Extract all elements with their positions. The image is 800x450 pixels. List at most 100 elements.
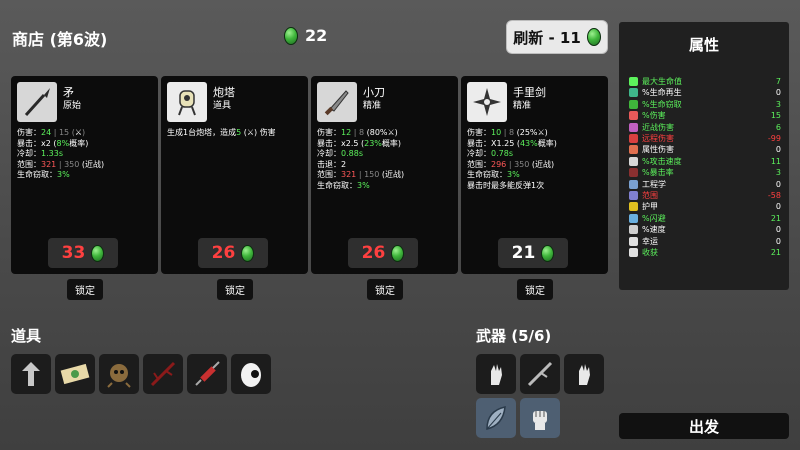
- stat-value: 0: [775, 179, 781, 189]
- stat-value: 0: [775, 145, 781, 155]
- stick-icon: [527, 361, 553, 387]
- shop-card-spear[interactable]: 矛 原始 伤害：24 | 15 (⚔) 暴击：x2 (8%概率) 冷却：1.33s 范…: [11, 76, 158, 274]
- stat-value: -58: [767, 191, 781, 200]
- weapon-slot-hand-2[interactable]: [564, 354, 604, 394]
- stat-label: 范围: [642, 191, 658, 200]
- stat-value: -99: [767, 134, 781, 143]
- stat-row[interactable]: %闪避 21: [629, 213, 781, 224]
- spear-icon: [17, 82, 57, 122]
- stat-label: %伤害: [642, 111, 666, 121]
- stat-row[interactable]: 范围 -58: [629, 190, 781, 201]
- stat-row[interactable]: 护甲 0: [629, 201, 781, 212]
- stat-row[interactable]: 近战伤害 6: [629, 122, 781, 133]
- card-stats: 伤害：12 | 8 (80%⚔) 暴击：x2.5 (23%概率) 冷却：0.88s 击…: [317, 128, 454, 191]
- shop-card-turret[interactable]: 炮塔 道具 生成1台炮塔，造成5 (⚔) 伤害 26: [161, 76, 308, 274]
- thorn-branch-icon: [150, 361, 176, 387]
- weapon-slot-fist[interactable]: [520, 398, 560, 438]
- card-type: 道具: [213, 101, 232, 111]
- weapon-slot-leaf-blade[interactable]: [476, 398, 516, 438]
- stat-row[interactable]: 幸运 0: [629, 236, 781, 247]
- hand-icon: [579, 364, 590, 385]
- stat-icon: [629, 191, 638, 200]
- lock-button[interactable]: 锁定: [67, 279, 103, 300]
- card-stats: 伤害：10 | 8 (25%⚔) 暴击：X1.25 (43%概率) 冷却：0.78s…: [467, 128, 604, 191]
- item-slot-money[interactable]: [55, 354, 95, 394]
- stat-row[interactable]: %速度 0: [629, 224, 781, 235]
- stat-value: 0: [775, 225, 781, 235]
- leaf-blade-icon: [486, 406, 506, 430]
- stat-row[interactable]: %攻击速度 11: [629, 156, 781, 167]
- card-stat-line: 范围：321 | 350 (近战): [17, 159, 105, 169]
- go-button[interactable]: 出发: [619, 413, 789, 439]
- buy-button[interactable]: 21: [498, 238, 568, 268]
- stat-value: 7: [775, 77, 781, 86]
- fist-icon: [533, 411, 547, 430]
- stat-row[interactable]: 属性伤害 0: [629, 144, 781, 155]
- stat-row[interactable]: 收获 21: [629, 247, 781, 258]
- buy-button[interactable]: 33: [48, 238, 118, 268]
- item-slot-branch[interactable]: [143, 354, 183, 394]
- syringe-icon: [195, 361, 220, 386]
- stat-value: 15: [770, 111, 781, 121]
- shop-card-shuriken[interactable]: 手里剑 精准 伤害：10 | 8 (25%⚔) 暴击：X1.25 (43%概率) 冷…: [461, 76, 608, 274]
- card-stat-line: 伤害：24 | 15 (⚔): [17, 128, 86, 137]
- weapons-title: 武器 (5/6): [476, 327, 552, 345]
- stat-label: %生命再生: [642, 88, 682, 98]
- stat-icon: [629, 225, 638, 235]
- card-stat-line: 冷却：0.88s: [317, 149, 363, 158]
- stat-value: 21: [770, 213, 781, 223]
- lock-button[interactable]: 锁定: [517, 279, 553, 300]
- stat-value: 0: [775, 88, 781, 98]
- card-stat-line: 生成1台炮塔，造成5 (⚔) 伤害: [167, 128, 276, 137]
- stat-icon: [629, 77, 638, 86]
- stat-label: %暴击率: [642, 168, 674, 178]
- reroll-gem-icon: [586, 28, 601, 46]
- stat-row[interactable]: %生命窃取 3: [629, 99, 781, 110]
- card-stats: 伤害：24 | 15 (⚔) 暴击：x2 (8%概率) 冷却：1.33s 范围：321…: [17, 128, 154, 181]
- price-gem-icon: [391, 244, 405, 262]
- shop-title: 商店 (第6波): [12, 30, 108, 49]
- stat-label: %攻击速度: [642, 156, 682, 166]
- item-slot-tree[interactable]: [11, 354, 51, 394]
- shop-card-knife[interactable]: 小刀 精准 伤害：12 | 8 (80%⚔) 暴击：x2.5 (23%概率) 冷却：…: [311, 76, 458, 274]
- card-stat-line: 冷却：0.78s: [467, 149, 513, 158]
- stat-label: %速度: [642, 225, 666, 235]
- lock-button[interactable]: 锁定: [367, 279, 403, 300]
- stat-label: 护甲: [642, 202, 658, 212]
- stat-row[interactable]: 远程伤害 -99: [629, 133, 781, 144]
- buy-button[interactable]: 26: [348, 238, 418, 268]
- materials-count: 22: [305, 26, 328, 45]
- card-type: 精准: [363, 101, 382, 111]
- stat-label: %生命窃取: [642, 99, 682, 109]
- weapon-slot-hand-1[interactable]: [476, 354, 516, 394]
- stat-label: 近战伤害: [642, 122, 674, 132]
- card-stat-line: 暴击：x2 (8%概率): [17, 138, 89, 148]
- stat-icon: [629, 134, 638, 143]
- price-gem-icon: [241, 244, 255, 262]
- card-stats: 生成1台炮塔，造成5 (⚔) 伤害: [167, 128, 304, 139]
- turret-icon: [167, 82, 207, 122]
- stat-icon: [629, 248, 638, 257]
- stat-label: 远程伤害: [642, 134, 674, 143]
- stat-row[interactable]: 工程学 0: [629, 179, 781, 190]
- item-slot-syringe[interactable]: [187, 354, 227, 394]
- weapon-slot-stick[interactable]: [520, 354, 560, 394]
- stat-row[interactable]: %生命再生 0: [629, 87, 781, 98]
- reroll-button[interactable]: 刷新 - 11: [506, 20, 608, 54]
- stat-row[interactable]: %暴击率 3: [629, 167, 781, 178]
- item-slot-monkey[interactable]: [99, 354, 139, 394]
- stat-label: 属性伤害: [642, 145, 674, 155]
- stat-icon: [629, 236, 638, 246]
- stat-row[interactable]: %伤害 15: [629, 110, 781, 121]
- lock-button[interactable]: 锁定: [217, 279, 253, 300]
- card-stat-line: 伤害：12 | 8 (80%⚔): [317, 128, 398, 137]
- price: 26: [211, 243, 236, 263]
- item-slot-egg[interactable]: [231, 354, 271, 394]
- price: 26: [361, 243, 386, 263]
- stat-row[interactable]: 最大生命值 7: [629, 76, 781, 87]
- stats-title: 属性: [688, 36, 719, 54]
- stat-value: 6: [775, 122, 781, 132]
- material-gem-icon: [284, 26, 298, 45]
- buy-button[interactable]: 26: [198, 238, 268, 268]
- price-gem-icon: [91, 244, 105, 262]
